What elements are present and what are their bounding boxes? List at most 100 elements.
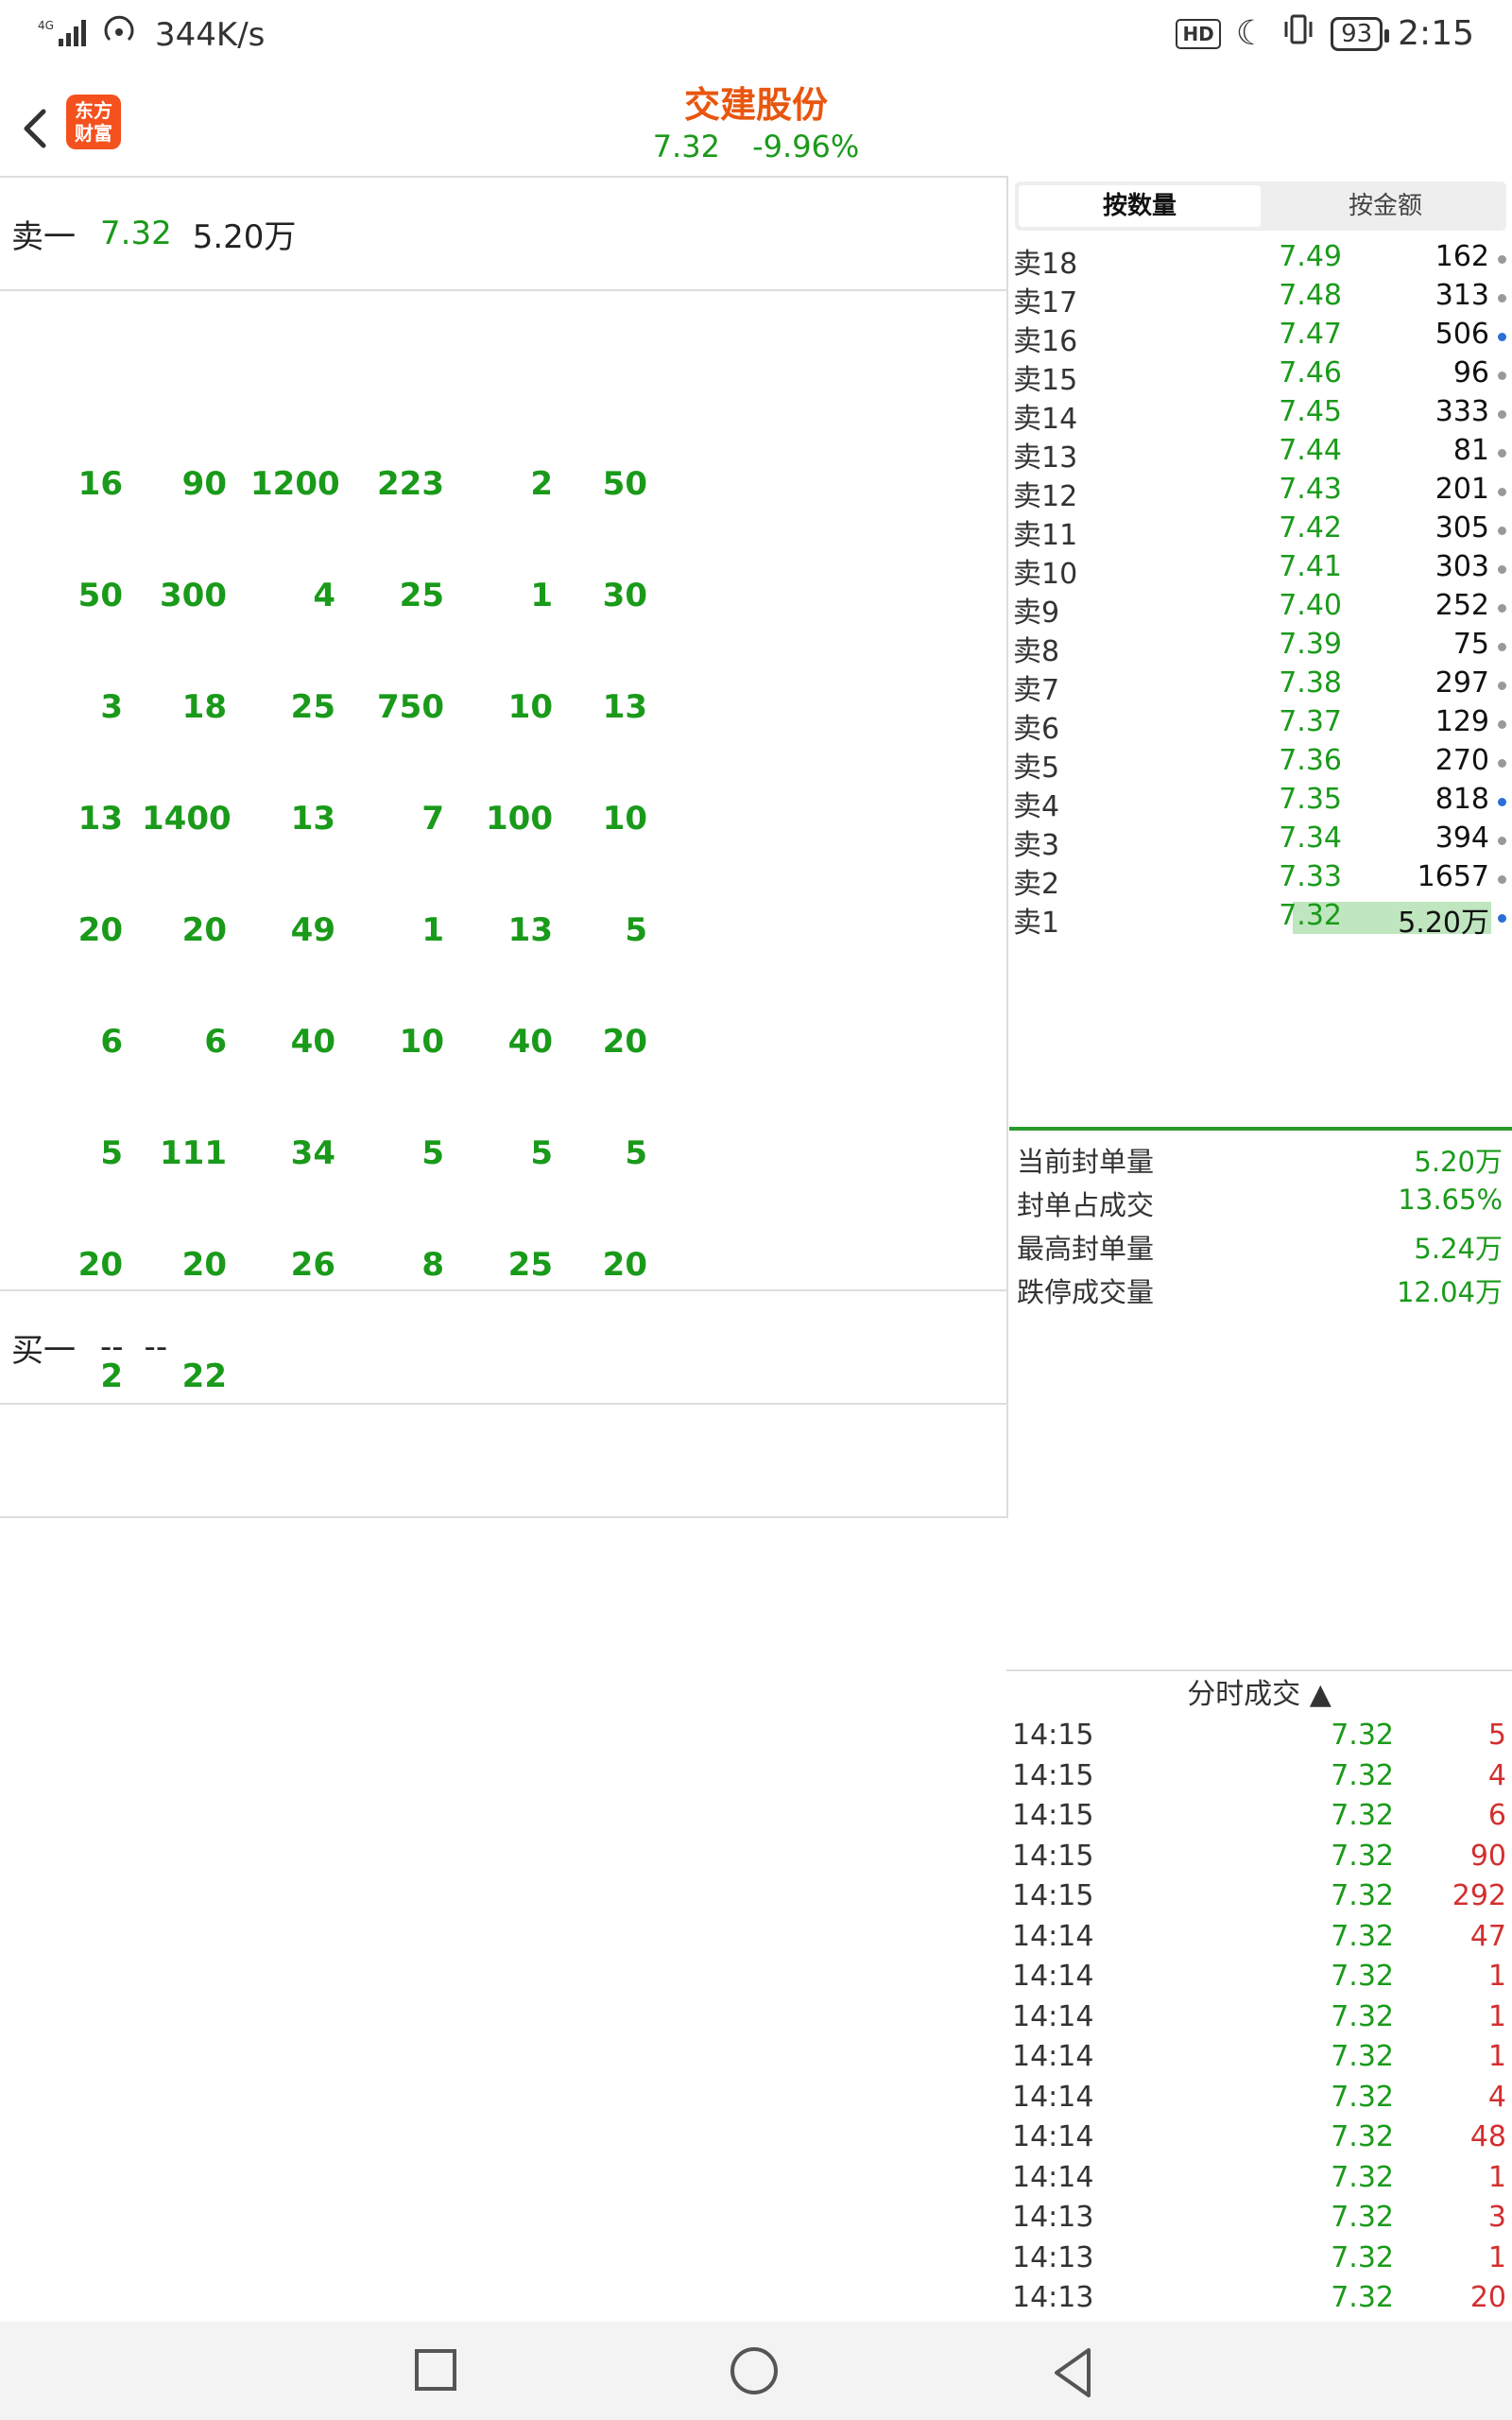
recent-apps-button[interactable] (412, 2346, 459, 2397)
trade-price: 7.32 (1331, 1799, 1394, 1832)
queue-cell: 34 (290, 1134, 335, 1172)
trade-price: 7.32 (1331, 1960, 1394, 1993)
trades-header[interactable]: 分时成交 ▲ (1006, 1671, 1512, 1719)
book-level-label: 卖13 (1013, 441, 1078, 475)
trade-row: 14:15 7.32 5 (1006, 1719, 1512, 1759)
sell1-volume: 5.20万 (192, 217, 297, 256)
book-level-volume: 333 (1435, 395, 1489, 428)
book-level-label: 卖7 (1013, 674, 1060, 707)
trade-row: 14:15 7.32 4 (1006, 1759, 1512, 1800)
order-book-row[interactable]: 卖11 7.42 305 (1009, 511, 1512, 552)
stat-value: 13.65% (1398, 1184, 1503, 1216)
book-level-volume: 394 (1435, 821, 1489, 855)
sell1-row[interactable]: 卖一 7.32 5.20万 (0, 176, 1006, 291)
book-level-volume: 818 (1435, 783, 1489, 816)
order-book-row[interactable]: 卖14 7.45 333 (1009, 395, 1512, 436)
trade-row: 14:14 7.32 1 (1006, 1960, 1512, 2000)
book-level-price: 7.47 (1279, 318, 1342, 351)
book-level-label: 卖6 (1013, 713, 1060, 746)
book-level-price: 7.45 (1279, 395, 1342, 428)
stock-quote: 7.32 -9.96% (0, 129, 1512, 164)
order-book-row[interactable]: 卖17 7.48 313 (1009, 279, 1512, 320)
order-book-row[interactable]: 卖1 7.32 5.20万 (1009, 899, 1512, 940)
trade-row: 14:14 7.32 47 (1006, 1920, 1512, 1961)
stat-label: 跌停成交量 (1017, 1276, 1155, 1308)
book-level-label: 卖10 (1013, 558, 1078, 591)
trade-quantity: 1 (1487, 1999, 1506, 2033)
trade-quantity: 5 (1487, 1719, 1506, 1752)
hotspot-icon (100, 13, 142, 56)
order-book-row[interactable]: 卖16 7.47 506 (1009, 318, 1512, 358)
order-book-row[interactable]: 卖10 7.41 303 (1009, 550, 1512, 591)
trade-price: 7.32 (1331, 2080, 1394, 2114)
queue-cell: 13 (602, 688, 647, 726)
book-level-volume: 297 (1435, 666, 1489, 700)
queue-cell: 10 (602, 800, 647, 838)
order-book-row[interactable]: 卖18 7.49 162 (1009, 240, 1512, 281)
order-book-row[interactable]: 卖5 7.36 270 (1009, 744, 1512, 785)
trade-time: 14:14 (1012, 1919, 1094, 1953)
order-book-row[interactable]: 卖7 7.38 297 (1009, 666, 1512, 707)
trade-quantity: 1 (1487, 1960, 1506, 1993)
dot-icon (1498, 682, 1506, 690)
queue-cell: 13 (507, 911, 553, 949)
dot-icon (1498, 565, 1506, 574)
book-level-label: 卖11 (1013, 519, 1078, 552)
queue-cell: 4 (313, 577, 335, 614)
book-level-volume: 162 (1435, 240, 1489, 273)
book-level-label: 卖2 (1013, 868, 1060, 901)
system-nav-bar (0, 2322, 1512, 2420)
order-book-row[interactable]: 卖4 7.35 818 (1009, 783, 1512, 823)
queue-cell: 6 (100, 1023, 123, 1061)
order-book-row[interactable]: 卖6 7.37 129 (1009, 705, 1512, 746)
book-level-volume: 305 (1435, 511, 1489, 544)
triangle-back-icon (1055, 2348, 1091, 2397)
book-level-price: 7.41 (1279, 550, 1342, 583)
net-label: 4G (38, 19, 54, 32)
book-level-volume: 5.20万 (1398, 907, 1489, 940)
dot-icon (1498, 488, 1506, 496)
trade-quantity: 20 (1469, 2281, 1506, 2314)
trades-list: 14:15 7.32 5 14:15 7.32 4 14:15 7.32 6 14:15 7.32 9… (1006, 1719, 1512, 2322)
queue-cell: 13 (77, 800, 123, 838)
stat-label: 当前封单量 (1017, 1146, 1155, 1178)
dot-icon (1498, 643, 1506, 651)
dot-icon (1498, 449, 1506, 458)
home-button[interactable] (728, 2346, 781, 2403)
book-level-price: 7.39 (1279, 628, 1342, 661)
trade-time: 14:13 (1012, 2201, 1094, 2234)
dot-icon (1498, 875, 1506, 884)
order-book-row[interactable]: 卖3 7.34 394 (1009, 821, 1512, 862)
book-level-volume: 129 (1435, 705, 1489, 738)
trade-quantity: 1 (1487, 2040, 1506, 2073)
dot-icon (1498, 255, 1506, 264)
queue-cell: 111 (160, 1134, 227, 1172)
book-level-volume: 201 (1435, 473, 1489, 506)
trade-row: 14:14 7.32 1 (1006, 2161, 1512, 2202)
order-book-row[interactable]: 卖9 7.40 252 (1009, 589, 1512, 630)
book-level-label: 卖14 (1013, 403, 1078, 436)
trade-quantity: 1 (1487, 2240, 1506, 2274)
trade-price: 7.32 (1331, 2120, 1394, 2153)
trade-price: 7.32 (1331, 1719, 1394, 1752)
order-book-row[interactable]: 卖2 7.33 1657 (1009, 860, 1512, 901)
order-book-row[interactable]: 卖13 7.44 81 (1009, 434, 1512, 475)
trade-time: 14:15 (1012, 1758, 1094, 1792)
buy1-row[interactable]: 买一 -- -- (0, 1289, 1006, 1405)
queue-cell: 20 (602, 1246, 647, 1284)
order-book-row[interactable]: 卖8 7.39 75 (1009, 628, 1512, 668)
trade-price: 7.32 (1331, 2160, 1394, 2194)
book-level-label: 卖9 (1013, 596, 1060, 630)
stock-change: -9.96% (752, 129, 860, 164)
queue-cell: 20 (181, 1246, 227, 1284)
queue-cell: 1 (530, 577, 553, 614)
stat-value: 5.24万 (1414, 1233, 1503, 1265)
book-level-label: 卖1 (1013, 907, 1060, 940)
trade-time: 14:14 (1012, 2160, 1094, 2194)
order-book-row[interactable]: 卖12 7.43 201 (1009, 473, 1512, 513)
back-nav-button[interactable] (1049, 2346, 1096, 2403)
queue-cell: 300 (160, 577, 227, 614)
order-book-row[interactable]: 卖15 7.46 96 (1009, 356, 1512, 397)
queue-cell: 10 (507, 688, 553, 726)
queue-cell: 20 (77, 911, 123, 949)
